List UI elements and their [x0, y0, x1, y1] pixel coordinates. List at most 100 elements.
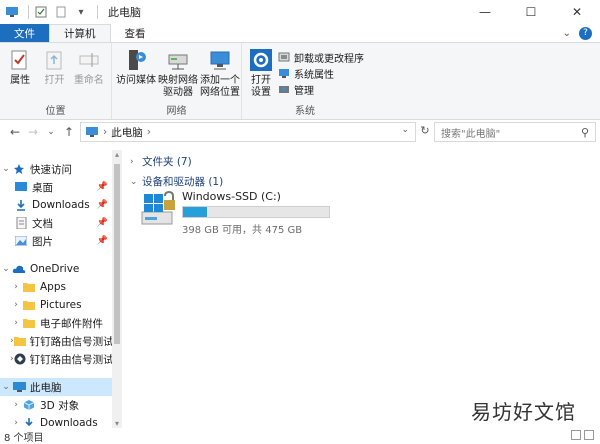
back-arrow-icon[interactable]: ←	[6, 125, 24, 139]
scroll-down-icon[interactable]: ▾	[112, 419, 122, 428]
chevron-down-icon[interactable]: ⌄	[0, 164, 12, 174]
customize-qa-icon[interactable]: ▾	[73, 4, 89, 20]
close-button[interactable]: ✕	[554, 0, 600, 24]
chevron-right-icon[interactable]: ›	[10, 418, 22, 428]
help-icon[interactable]: ?	[579, 26, 592, 40]
nav-item-apps[interactable]: › Apps	[0, 278, 112, 296]
up-arrow-icon[interactable]: ↑	[60, 125, 78, 139]
chevron-right-icon[interactable]: ›	[10, 318, 22, 328]
breadcrumb-separator: ›	[103, 126, 108, 138]
ribbon-group-label: 位置	[45, 106, 66, 117]
tab-file[interactable]: 文件	[0, 24, 49, 42]
search-input[interactable]: 搜索"此电脑" ⚲	[434, 122, 596, 142]
media-icon	[123, 47, 149, 73]
title-bar: ▾ 此电脑 — ☐ ✕	[0, 0, 600, 24]
nav-item-downloads-pc[interactable]: › Downloads	[0, 414, 112, 428]
ribbon-group-label: 网络	[166, 106, 187, 117]
scrollbar-thumb[interactable]	[114, 164, 120, 344]
system-properties-icon	[278, 67, 290, 79]
folder-icon	[22, 299, 36, 311]
chevron-down-icon[interactable]: ⌄	[0, 382, 12, 392]
uninstall-program-button[interactable]: 卸载或更改程序	[278, 49, 364, 65]
nav-item-this-pc[interactable]: ⌄ 此电脑	[0, 378, 112, 396]
nav-item-onedrive[interactable]: ⌄ OneDrive	[0, 260, 112, 278]
pin-icon[interactable]: 📌	[97, 218, 108, 228]
dingtalk-icon	[14, 353, 26, 365]
downloads-icon	[22, 417, 36, 428]
ribbon-group-network: 访问媒体 映射网络 驱动器 添加一个 网络位置 网络	[112, 43, 242, 119]
folder-icon	[22, 317, 36, 329]
forward-arrow-icon[interactable]: →	[24, 125, 42, 139]
nav-item-email-attachments[interactable]: › 电子邮件附件	[0, 314, 112, 332]
nav-item-downloads[interactable]: Downloads 📌	[0, 196, 112, 214]
nav-item-dingtalk-folder[interactable]: › 钉钉路由信号测试	[0, 332, 112, 350]
drive-icon	[141, 190, 175, 225]
new-folder-qa-icon[interactable]	[53, 4, 69, 20]
system-properties-button[interactable]: 系统属性	[278, 65, 364, 81]
pin-icon[interactable]: 📌	[97, 236, 108, 246]
map-drive-icon	[165, 47, 191, 73]
pin-icon[interactable]: 📌	[97, 200, 108, 210]
tab-view[interactable]: 查看	[111, 24, 160, 42]
tab-computer[interactable]: 计算机	[49, 24, 111, 42]
drive-free-space: 398 GB 可用，共 475 GB	[182, 225, 303, 236]
manage-button[interactable]: 管理	[278, 81, 364, 97]
pc-icon	[12, 381, 26, 393]
nav-item-3d-objects[interactable]: › 3D 对象	[0, 396, 112, 414]
nav-pane-scrollbar[interactable]: ▴ ▾	[112, 150, 122, 428]
ribbon-tabs: 文件 计算机 查看 ⌄ ?	[0, 24, 600, 42]
properties-qa-icon[interactable]	[33, 4, 49, 20]
collapse-ribbon-icon[interactable]: ⌄	[563, 28, 571, 39]
nav-item-documents[interactable]: 文档 📌	[0, 214, 112, 232]
navigation-pane: ⌄ 快速访问 桌面 📌 Downloads 📌 文档 📌 图片 📌 ⌄ OneD…	[0, 150, 122, 428]
downloads-icon	[14, 199, 28, 211]
folders-section-header[interactable]: › 文件夹 (7)	[130, 154, 192, 169]
properties-icon	[7, 47, 33, 73]
documents-icon	[14, 217, 28, 229]
devices-section-header[interactable]: ⌄ 设备和驱动器 (1)	[130, 174, 223, 189]
ribbon: 属性 打开 重命名 位置 访问媒体 映射网络 驱动器 添加一个 网络位置 网络 …	[0, 42, 600, 120]
details-view-icon[interactable]	[571, 430, 581, 440]
view-toggle	[571, 430, 594, 440]
scroll-up-icon[interactable]: ▴	[112, 150, 122, 159]
chevron-right-icon[interactable]: ›	[10, 300, 22, 310]
nav-item-pictures-onedrive[interactable]: › Pictures	[0, 296, 112, 314]
nav-item-pictures[interactable]: 图片 📌	[0, 232, 112, 250]
network-location-icon	[207, 47, 233, 73]
minimize-button[interactable]: —	[462, 0, 508, 24]
breadcrumb-this-pc[interactable]: 此电脑	[111, 125, 143, 140]
pin-icon[interactable]: 📌	[97, 182, 108, 192]
nav-item-quick-access[interactable]: ⌄ 快速访问	[0, 160, 112, 178]
ribbon-group-label: 系统	[295, 106, 315, 117]
address-bar[interactable]: › 此电脑 › ⌄	[80, 122, 416, 142]
nav-item-desktop[interactable]: 桌面 📌	[0, 178, 112, 196]
chevron-right-icon[interactable]: ›	[10, 400, 22, 410]
desktop-icon	[14, 181, 28, 193]
large-icons-view-icon[interactable]	[584, 430, 594, 440]
recent-locations-icon[interactable]: ⌄	[42, 127, 60, 137]
open-icon	[41, 47, 67, 73]
navigation-bar: ← → ⌄ ↑ › 此电脑 › ⌄ ↻ 搜索"此电脑" ⚲	[0, 120, 600, 144]
pc-icon	[4, 4, 20, 20]
chevron-down-icon[interactable]: ⌄	[0, 264, 12, 274]
chevron-right-icon[interactable]: ›	[10, 282, 22, 292]
rename-icon	[76, 47, 102, 73]
onedrive-icon	[12, 263, 26, 275]
chevron-right-icon[interactable]: ›	[130, 157, 142, 167]
drive-usage-fill	[183, 207, 207, 217]
folder-icon	[22, 281, 36, 293]
drive-item-c[interactable]: Windows-SSD (C:) 398 GB 可用，共 475 GB	[138, 190, 338, 236]
nav-item-dingtalk-app[interactable]: › 钉钉路由信号测试	[0, 350, 112, 368]
maximize-button[interactable]: ☐	[508, 0, 554, 24]
folder-icon	[13, 335, 26, 347]
breadcrumb-separator[interactable]: ›	[147, 126, 151, 138]
star-icon	[12, 163, 26, 175]
drive-usage-bar	[182, 206, 330, 218]
refresh-icon[interactable]: ↻	[418, 124, 432, 138]
address-dropdown-icon[interactable]: ⌄	[401, 125, 409, 135]
chevron-down-icon[interactable]: ⌄	[130, 177, 142, 187]
status-bar: 8 个项目	[0, 428, 600, 444]
ribbon-group-location: 属性 打开 重命名 位置	[0, 43, 112, 119]
item-count: 8 个项目	[4, 432, 44, 444]
search-icon: ⚲	[580, 126, 589, 139]
